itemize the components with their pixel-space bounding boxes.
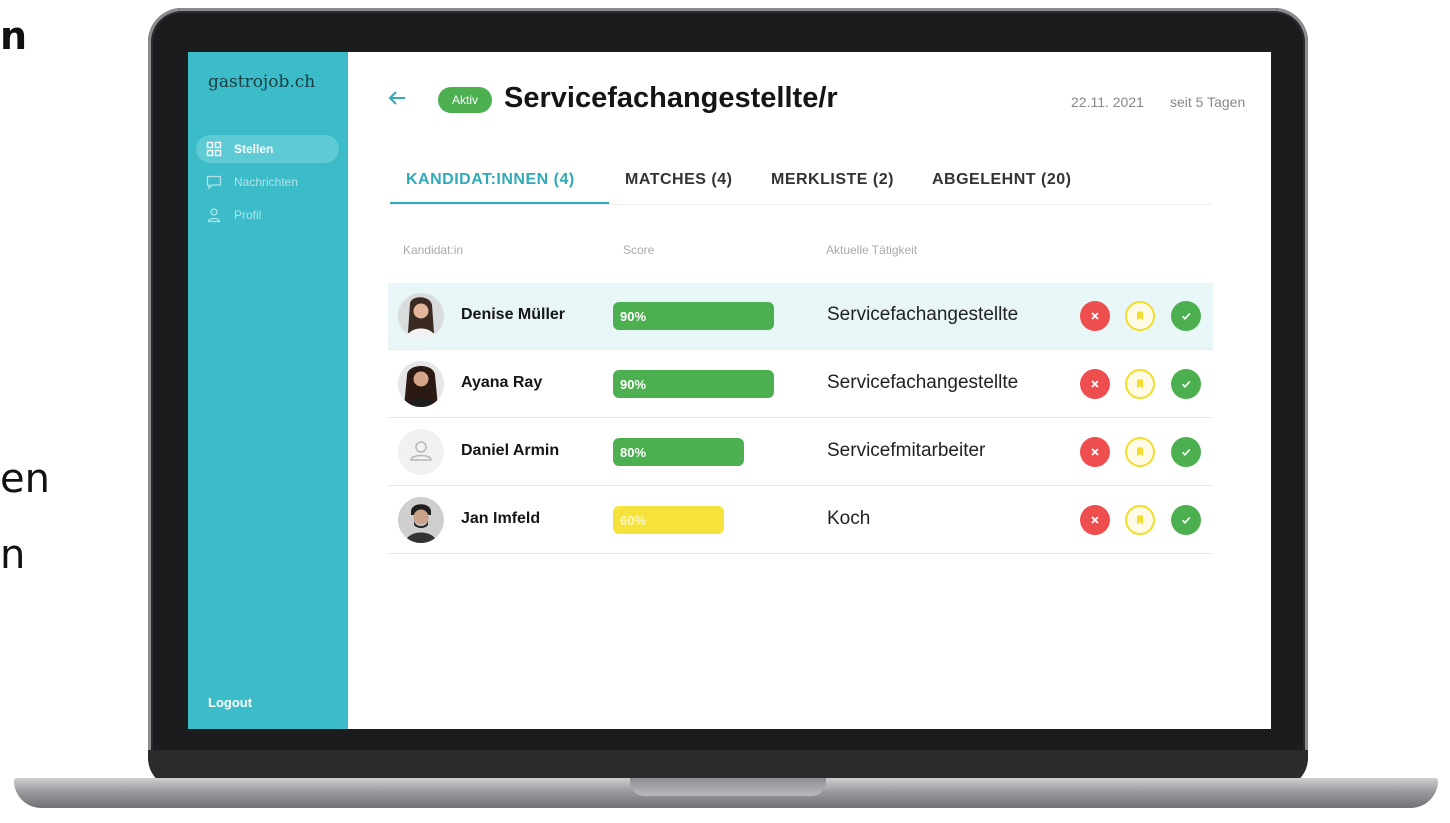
reject-button[interactable]	[1080, 437, 1110, 467]
score-bar: 90%	[613, 302, 774, 330]
check-icon	[1181, 312, 1191, 320]
check-icon	[1181, 380, 1191, 388]
close-icon	[1091, 448, 1099, 456]
current-job: Koch	[827, 508, 871, 529]
tab-abgelehnt[interactable]: ABGELEHNT (20)	[932, 171, 1071, 189]
score-bar: 90%	[613, 370, 774, 398]
avatar	[398, 293, 444, 339]
current-job: Servicefachangestellte	[827, 372, 1019, 393]
reject-button[interactable]	[1080, 505, 1110, 535]
bookmark-icon	[1137, 515, 1143, 525]
accept-button[interactable]	[1171, 369, 1201, 399]
candidate-name[interactable]: Denise Müller	[461, 306, 565, 324]
logout-link[interactable]: Logout	[208, 695, 252, 710]
sidebar: gastrojob.ch Stellen Nachrichten Profil …	[188, 52, 348, 729]
check-icon	[1181, 516, 1191, 524]
sidebar-item-nachrichten[interactable]: Nachrichten	[196, 168, 339, 196]
close-icon	[1091, 312, 1099, 320]
candidate-name[interactable]: Daniel Armin	[461, 442, 559, 460]
grid-icon	[206, 141, 222, 157]
user-icon	[207, 208, 221, 223]
sidebar-item-stellen[interactable]: Stellen	[196, 135, 339, 163]
app-screen: gastrojob.ch Stellen Nachrichten Profil …	[188, 52, 1271, 729]
bookmark-icon	[1137, 447, 1143, 457]
column-header-candidate: Kandidat:in	[403, 243, 464, 257]
bookmark-icon	[1137, 311, 1143, 321]
accept-button[interactable]	[1171, 505, 1201, 535]
table-row[interactable]: Jan Imfeld 60% Koch	[388, 487, 1213, 554]
close-icon	[1091, 380, 1099, 388]
column-header-score: Score	[623, 243, 655, 257]
user-icon	[410, 441, 432, 461]
laptop-base	[14, 778, 1438, 808]
score-bar: 80%	[613, 438, 744, 466]
posting-date: 22.11. 2021	[1071, 94, 1144, 110]
laptop-opening-notch	[630, 778, 826, 796]
status-badge: Aktiv	[438, 87, 492, 113]
back-arrow-icon[interactable]	[388, 90, 406, 106]
tab-matches[interactable]: MATCHES (4)	[625, 171, 732, 189]
candidate-name[interactable]: Ayana Ray	[461, 374, 542, 392]
laptop-lid: gastrojob.ch Stellen Nachrichten Profil …	[148, 8, 1308, 788]
close-icon	[1091, 516, 1099, 524]
bookmark-button[interactable]	[1125, 505, 1155, 535]
avatar	[398, 497, 444, 543]
bookmark-button[interactable]	[1125, 437, 1155, 467]
current-job: Servicefachangestellte	[827, 304, 1019, 325]
sidebar-item-profil[interactable]: Profil	[196, 201, 339, 229]
bookmark-button[interactable]	[1125, 301, 1155, 331]
message-icon	[206, 175, 222, 190]
bookmark-button[interactable]	[1125, 369, 1155, 399]
column-header-current-job: Aktuelle Tätigkeit	[826, 243, 918, 257]
bookmark-icon	[1137, 379, 1143, 389]
sidebar-item-label: Stellen	[234, 142, 274, 156]
sidebar-item-label: Nachrichten	[234, 175, 299, 189]
tabs-divider	[390, 204, 1212, 205]
main-content: Aktiv Servicefachangestellte/r 22.11. 20…	[348, 52, 1271, 729]
candidate-name[interactable]: Jan Imfeld	[461, 510, 540, 528]
check-icon	[1181, 448, 1191, 456]
tab-kandidatinnen[interactable]: KANDIDAT:INNEN (4)	[406, 171, 575, 189]
table-row[interactable]: Daniel Armin 80% Servicefmitarbeiter	[388, 419, 1213, 486]
page-text-fragment: n	[0, 532, 26, 578]
reject-button[interactable]	[1080, 301, 1110, 331]
sidebar-item-label: Profil	[234, 208, 262, 222]
score-bar: 60%	[613, 506, 724, 534]
avatar-placeholder	[398, 429, 444, 475]
active-tab-indicator	[390, 202, 609, 204]
reject-button[interactable]	[1080, 369, 1110, 399]
accept-button[interactable]	[1171, 437, 1201, 467]
table-row[interactable]: Ayana Ray 90% Servicefachangestellte	[388, 351, 1213, 418]
tab-merkliste[interactable]: MERKLISTE (2)	[771, 171, 894, 189]
table-row[interactable]: Denise Müller 90% Servicefachangestellte	[388, 283, 1213, 350]
avatar	[398, 361, 444, 407]
page-text-fragment: en	[0, 456, 50, 502]
posting-age: seit 5 Tagen	[1170, 94, 1246, 110]
current-job: Servicefmitarbeiter	[827, 440, 986, 461]
page-text-fragment: n	[0, 14, 28, 58]
accept-button[interactable]	[1171, 301, 1201, 331]
page-title: Servicefachangestellte/r	[504, 82, 838, 114]
brand-logo[interactable]: gastrojob.ch	[208, 72, 315, 92]
